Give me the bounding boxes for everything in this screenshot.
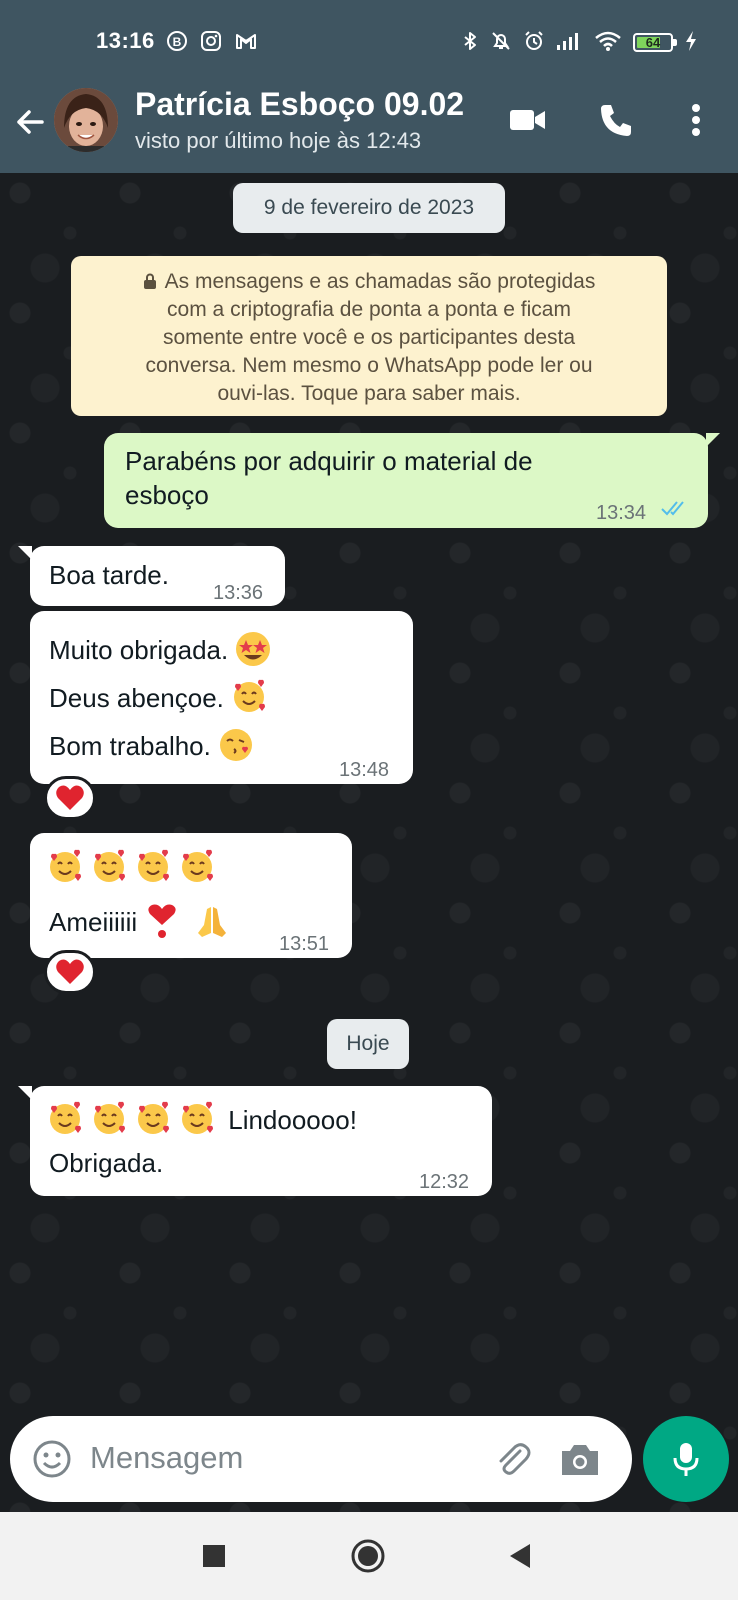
face-blowing-kiss-emoji xyxy=(220,729,253,761)
emoji-icon[interactable] xyxy=(30,1437,74,1481)
smiling-face-with-hearts-emoji xyxy=(182,849,213,882)
chat-area[interactable]: 9 de fevereiro de 2023 As mensagens e as… xyxy=(0,173,738,1513)
reaction-badge[interactable] xyxy=(44,776,96,820)
message-time: 13:34 xyxy=(596,502,647,524)
red-heart-icon xyxy=(56,785,84,810)
status-bar: 13:16 B 64 xyxy=(0,0,738,84)
contact-name[interactable]: Patrícia Esboço 09.02 xyxy=(135,86,464,123)
smiling-face-with-hearts-emoji xyxy=(50,849,81,882)
smiling-face-with-hearts-emoji xyxy=(138,849,169,882)
alarm-icon xyxy=(525,31,543,50)
notice-line: ouvi-las. Toque para saber mais. xyxy=(217,382,521,405)
wifi-icon xyxy=(595,31,621,51)
date-chip: 9 de fevereiro de 2023 xyxy=(233,183,505,233)
back-triangle-icon[interactable] xyxy=(502,1538,538,1574)
signal-icon xyxy=(557,33,578,50)
battery-level: 64 xyxy=(645,35,661,50)
more-vert-icon[interactable] xyxy=(676,100,716,140)
home-circle-icon[interactable] xyxy=(350,1538,386,1574)
encryption-notice[interactable]: As mensagens e as chamadas são protegida… xyxy=(71,256,667,416)
message-text: Boa tarde. xyxy=(49,560,169,590)
folded-hands-emoji xyxy=(197,907,226,937)
top-bar: 13:16 B 64 Patrícia Esboço 09.02 visto p… xyxy=(0,0,738,173)
bold-b-icon: B xyxy=(167,31,187,51)
emoji-row xyxy=(47,849,215,885)
star-struck-emoji xyxy=(236,632,271,666)
video-call-icon[interactable] xyxy=(508,100,548,140)
message-time: 13:36 xyxy=(213,582,264,604)
avatar[interactable] xyxy=(54,88,118,152)
smiling-face-with-hearts-emoji xyxy=(234,679,266,712)
message-text: Lindooooo! xyxy=(228,1105,357,1135)
message-text: Deus abençoe. xyxy=(49,683,224,713)
bluetooth-icon xyxy=(464,32,476,50)
recents-square-icon[interactable] xyxy=(196,1538,232,1574)
lock-icon xyxy=(143,273,156,289)
chat-header: Patrícia Esboço 09.02 visto por último h… xyxy=(0,84,738,173)
smiling-face-with-hearts-emoji xyxy=(182,1101,213,1134)
mic-icon xyxy=(673,1443,699,1476)
heart-exclamation-emoji xyxy=(148,904,176,938)
phone-icon[interactable] xyxy=(596,100,636,140)
avatar-photo xyxy=(54,88,118,152)
last-seen-status: visto por último hoje às 12:43 xyxy=(135,128,422,153)
system-nav-bar xyxy=(0,1512,738,1600)
message-text: Parabéns por adquirir o material de xyxy=(125,446,533,476)
notice-line: conversa. Nem mesmo o WhatsApp pode ler … xyxy=(145,354,593,377)
incoming-message[interactable]: Muito obrigada. Deus abençoe. Bom trabal… xyxy=(30,611,413,784)
battery-icon: 64 xyxy=(633,33,677,52)
message-time: 13:48 xyxy=(339,759,390,781)
incoming-message[interactable]: Boa tarde. 13:36 xyxy=(18,546,285,606)
notice-line: com a criptografia de ponta a ponta e fi… xyxy=(167,298,571,321)
message-text: Bom trabalho. xyxy=(49,731,211,761)
incoming-message[interactable]: Ameiiiiii 13:51 xyxy=(30,833,352,958)
message-text: Muito obrigada. xyxy=(49,635,229,665)
notice-line: somente entre você e os participantes de… xyxy=(162,326,576,349)
message-time: 13:51 xyxy=(279,933,330,955)
message-input-bar[interactable]: Mensagem xyxy=(10,1416,632,1502)
smiling-face-with-hearts-emoji xyxy=(50,1101,81,1134)
bell-off-icon xyxy=(492,32,510,50)
smiling-face-with-hearts-emoji xyxy=(94,1101,125,1134)
smiling-face-with-hearts-emoji xyxy=(138,1101,169,1134)
red-heart-icon xyxy=(56,959,84,984)
message-text: Obrigada. xyxy=(49,1148,164,1178)
message-text: Ameiiiiii xyxy=(49,907,138,937)
gmail-icon xyxy=(236,34,256,49)
read-ticks-icon xyxy=(661,501,684,516)
smiling-face-with-hearts-emoji xyxy=(94,849,125,882)
svg-text:B: B xyxy=(173,35,182,49)
reaction-badge[interactable] xyxy=(44,950,96,994)
date-chip-today: Hoje xyxy=(327,1019,409,1069)
message-text: esboço xyxy=(125,480,209,510)
message-input[interactable]: Mensagem xyxy=(90,1440,243,1476)
outgoing-message[interactable]: Parabéns por adquirir o material de esbo… xyxy=(104,433,720,528)
message-time: 12:32 xyxy=(419,1171,470,1193)
charging-icon xyxy=(686,31,696,51)
back-arrow-icon[interactable] xyxy=(12,104,48,140)
incoming-message[interactable]: Lindooooo! Obrigada. 12:32 xyxy=(18,1086,492,1196)
notice-line: As mensagens e as chamadas são protegida… xyxy=(164,270,596,293)
status-time: 13:16 xyxy=(96,28,155,53)
instagram-icon xyxy=(201,31,221,51)
mic-button[interactable] xyxy=(643,1416,729,1502)
camera-icon[interactable] xyxy=(558,1437,602,1481)
attach-icon[interactable] xyxy=(490,1437,534,1481)
